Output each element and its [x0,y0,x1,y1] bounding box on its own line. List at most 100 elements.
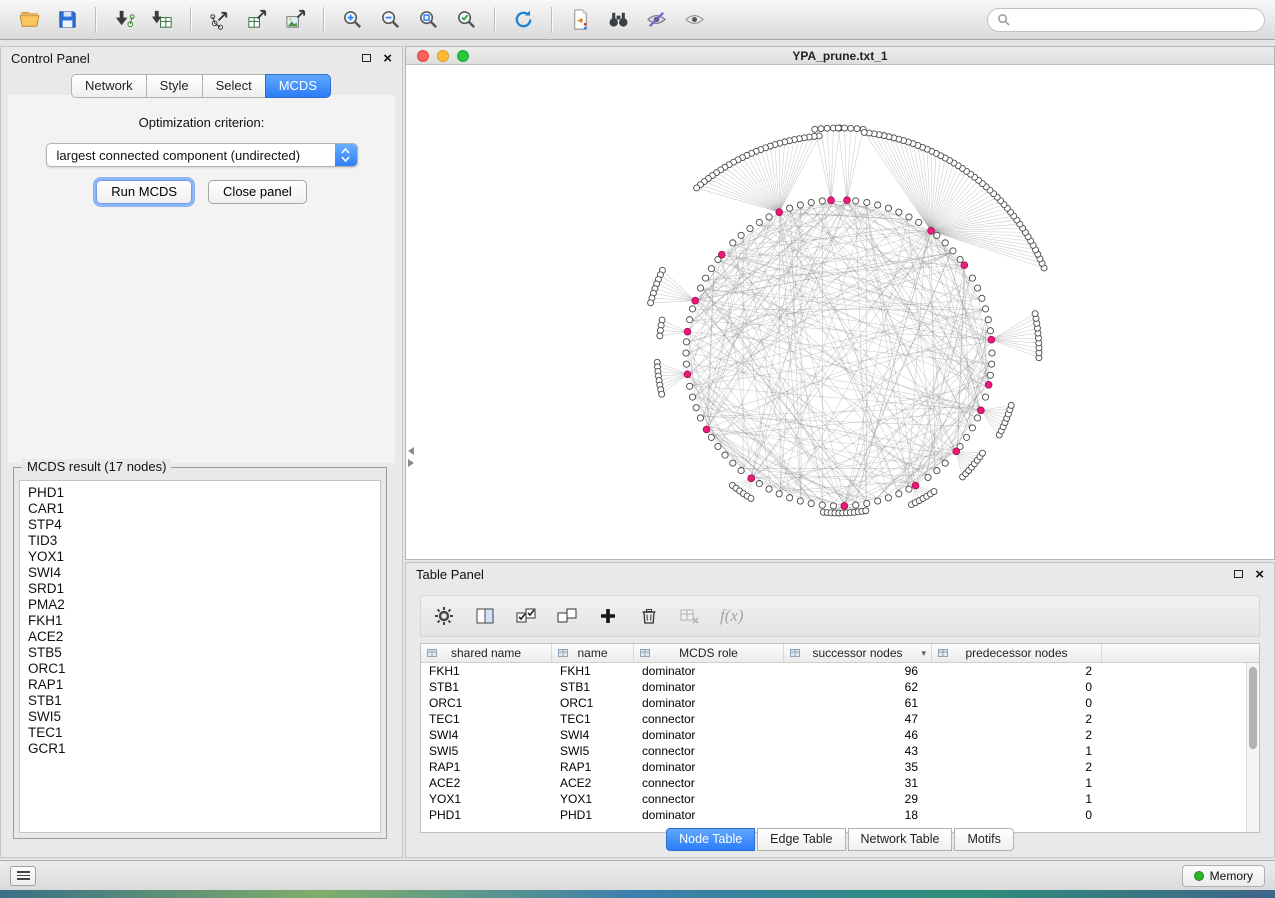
table-cell: 43 [784,744,932,758]
toolbar-search[interactable] [987,8,1265,32]
table-cell: 0 [932,696,1102,710]
table-row[interactable]: SWI4SWI4dominator462 [421,727,1259,743]
zoom-out-icon [379,8,402,31]
delete-columns-button[interactable] [638,605,660,627]
close-panel-icon[interactable]: × [1255,567,1264,582]
deselect-all-button[interactable] [556,605,578,627]
tab-mcds[interactable]: MCDS [265,74,331,98]
mcds-result-item[interactable]: PMA2 [20,597,380,613]
table-row[interactable]: PHD1PHD1dominator180 [421,807,1259,823]
open-session-button[interactable] [13,5,45,35]
mcds-result-list[interactable]: PHD1CAR1STP4TID3YOX1SWI4SRD1PMA2FKH1ACE2… [19,480,381,833]
mcds-result-item[interactable]: FKH1 [20,613,380,629]
column-header-mcds-role[interactable]: MCDS role [634,644,784,662]
table-cell: 2 [932,728,1102,742]
close-panel-icon[interactable]: × [383,51,392,66]
select-all-button[interactable] [515,605,537,627]
mcds-result-item[interactable]: GCR1 [20,741,380,757]
table-cell: 1 [932,776,1102,790]
mcds-result-item[interactable]: TEC1 [20,725,380,741]
panel-splitter[interactable] [406,447,415,473]
mcds-result-item[interactable]: YOX1 [20,549,380,565]
tab-select[interactable]: Select [202,74,266,98]
search-input[interactable] [1016,12,1255,28]
mcds-result-item[interactable]: STB1 [20,693,380,709]
save-session-button[interactable] [51,5,83,35]
share-document-button[interactable] [564,5,596,35]
import-table-button[interactable] [146,5,178,35]
search-icon [997,13,1010,26]
show-graphics-button[interactable] [678,5,710,35]
column-header-predecessor-nodes[interactable]: predecessor nodes [932,644,1102,662]
mcds-result-item[interactable]: CAR1 [20,501,380,517]
tab-style[interactable]: Style [146,74,203,98]
desktop-background-strip [0,890,1275,898]
table-row[interactable]: SWI5SWI5connector431 [421,743,1259,759]
table-settings-button[interactable] [433,605,455,627]
table-row[interactable]: ORC1ORC1dominator610 [421,695,1259,711]
optimization-criterion-label: Optimization criterion: [8,95,395,130]
mcds-result-item[interactable]: SWI5 [20,709,380,725]
tab-network[interactable]: Network [71,74,147,98]
zoom-fit-button[interactable] [412,5,444,35]
window-close-icon[interactable] [417,50,429,62]
export-table-button[interactable] [241,5,273,35]
criterion-dropdown[interactable]: largest connected component (undirected) [46,143,358,167]
mcds-result-item[interactable]: PHD1 [20,485,380,501]
window-minimize-icon[interactable] [437,50,449,62]
export-image-button[interactable] [279,5,311,35]
window-maximize-icon[interactable] [457,50,469,62]
table-row[interactable]: TEC1TEC1connector472 [421,711,1259,727]
mcds-result-item[interactable]: TID3 [20,533,380,549]
show-columns-button[interactable] [474,605,496,627]
toggle-visibility-button[interactable] [640,5,672,35]
table-row[interactable]: RAP1RAP1dominator352 [421,759,1259,775]
zoom-selected-button[interactable] [450,5,482,35]
float-panel-icon[interactable] [1234,570,1243,578]
table-row[interactable]: STB1STB1dominator620 [421,679,1259,695]
mcds-result-item[interactable]: STB5 [20,645,380,661]
table-cell: 1 [932,792,1102,806]
zoom-in-button[interactable] [336,5,368,35]
network-canvas[interactable] [406,65,1274,559]
mcds-result-item[interactable]: ACE2 [20,629,380,645]
table-scrollbar[interactable] [1246,663,1259,832]
run-mcds-button[interactable]: Run MCDS [96,180,192,204]
memory-button[interactable]: Memory [1182,865,1265,887]
table-cell: ORC1 [552,696,634,710]
main-toolbar [0,0,1275,40]
import-network-button[interactable] [108,5,140,35]
mcds-result-item[interactable]: STP4 [20,517,380,533]
mcds-result-item[interactable]: ORC1 [20,661,380,677]
column-header-filler [1102,644,1259,662]
tab-network-table[interactable]: Network Table [848,828,953,851]
task-history-button[interactable] [10,866,36,886]
tab-motifs[interactable]: Motifs [954,828,1013,851]
tab-node-table[interactable]: Node Table [666,828,755,851]
status-bar: Memory [0,860,1275,890]
column-type-icon [790,648,800,658]
export-network-button[interactable] [203,5,235,35]
mcds-result-item[interactable]: SWI4 [20,565,380,581]
tab-edge-table[interactable]: Edge Table [757,828,845,851]
network-canvas-svg [406,65,1274,559]
float-panel-icon[interactable] [362,54,371,62]
mcds-result-item[interactable]: SRD1 [20,581,380,597]
scrollbar-thumb[interactable] [1249,667,1257,749]
create-column-button[interactable] [597,605,619,627]
function-builder-button[interactable]: f(x) [720,606,744,626]
table-row[interactable]: ACE2ACE2connector311 [421,775,1259,791]
column-header-successor-nodes[interactable]: successor nodes ▾ [784,644,932,662]
search-network-button[interactable] [602,5,634,35]
delete-table-button[interactable] [679,605,701,627]
column-header-shared-name[interactable]: shared name [421,644,552,662]
mcds-result-item[interactable]: RAP1 [20,677,380,693]
column-header-name[interactable]: name [552,644,634,662]
toolbar-separator [95,7,96,33]
refresh-layout-button[interactable] [507,5,539,35]
table-row[interactable]: FKH1FKH1dominator962 [421,663,1259,679]
table-cell: 61 [784,696,932,710]
close-panel-button[interactable]: Close panel [208,180,307,204]
zoom-out-button[interactable] [374,5,406,35]
table-row[interactable]: YOX1YOX1connector291 [421,791,1259,807]
